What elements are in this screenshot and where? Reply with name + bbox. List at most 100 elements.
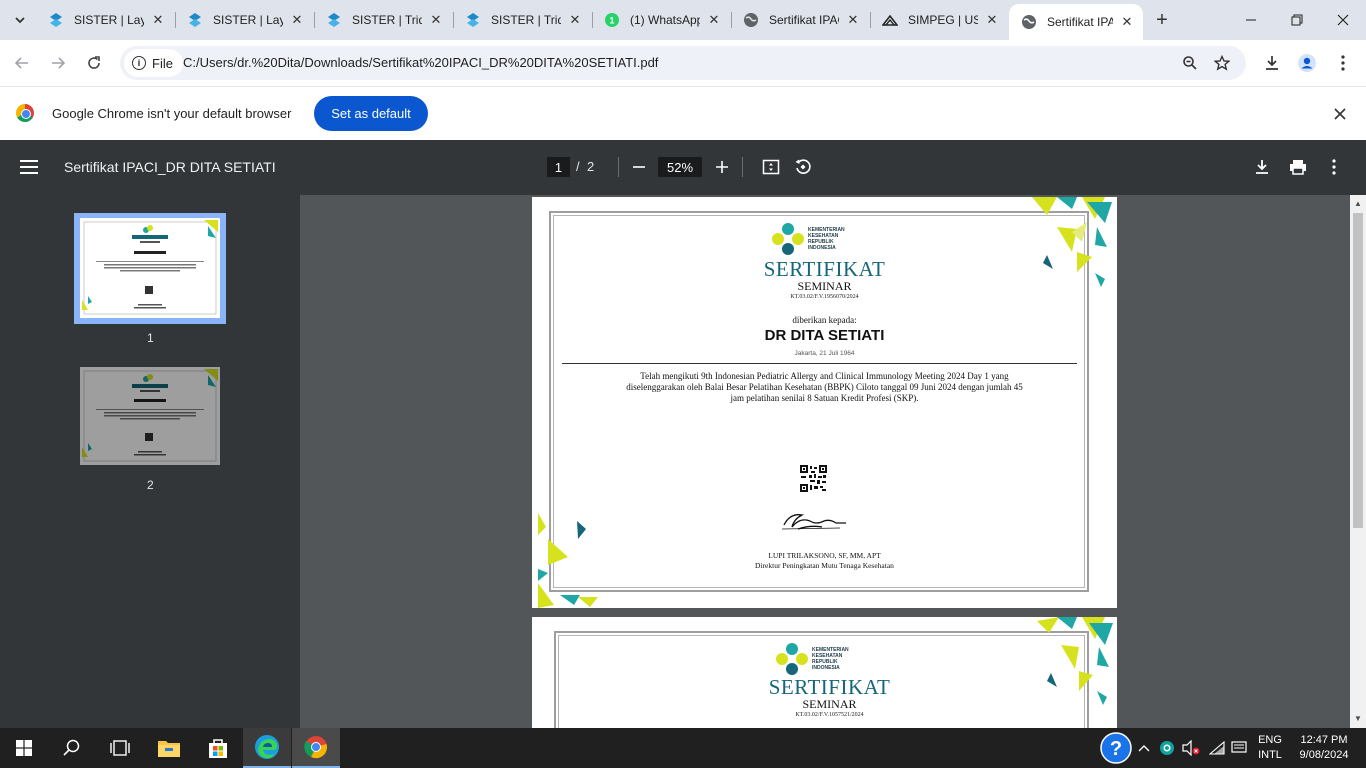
tab-sertifikat-ipaci-active[interactable]: Sertifikat IPACI ✕ bbox=[1009, 4, 1143, 40]
zoom-button[interactable] bbox=[1178, 51, 1202, 75]
scrollbar-thumb[interactable] bbox=[1353, 213, 1363, 528]
folder-icon bbox=[158, 741, 180, 757]
store-bag-icon bbox=[209, 739, 227, 758]
restore-icon bbox=[1291, 14, 1303, 26]
close-icon[interactable]: ✕ bbox=[706, 12, 722, 28]
taskbar-file-explorer[interactable] bbox=[145, 728, 193, 768]
downloads-button[interactable] bbox=[1258, 49, 1286, 77]
divider-line bbox=[562, 363, 1077, 364]
chrome-menu-button[interactable] bbox=[1329, 49, 1357, 77]
close-icon[interactable]: ✕ bbox=[428, 12, 444, 28]
signatory-name: LUPI TRILAKSONO, SF, MM, APT bbox=[768, 551, 881, 560]
pdf-download-button[interactable] bbox=[1250, 155, 1274, 179]
pdf-document-title: Sertifikat IPACI_DR DITA SETIATI bbox=[64, 159, 276, 175]
network-tray-icon[interactable] bbox=[1207, 728, 1227, 768]
viewer-scrollbar[interactable]: ▲ ▼ bbox=[1350, 195, 1366, 728]
tab-simpeg[interactable]: SIMPEG | USK ✕ bbox=[870, 6, 1008, 34]
security-tray-icon[interactable] bbox=[1158, 728, 1176, 768]
minimize-button[interactable] bbox=[1228, 0, 1274, 40]
page-thumbnail-2[interactable] bbox=[80, 367, 220, 465]
page-thumbnail-1[interactable] bbox=[80, 218, 220, 318]
thumbnail-label: 1 bbox=[147, 331, 154, 345]
tab-title: Sertifikat IPACI bbox=[769, 13, 839, 27]
zoom-level-input[interactable]: 52% bbox=[658, 157, 702, 177]
close-icon[interactable]: ✕ bbox=[845, 12, 861, 28]
keyboard-tray-icon[interactable] bbox=[1229, 728, 1249, 768]
minus-icon bbox=[633, 166, 645, 168]
infobar-close-button[interactable] bbox=[1328, 102, 1352, 126]
pdf-viewer[interactable]: KEMENTERIAN KESEHATAN REPUBLIK INDONESIA… bbox=[300, 195, 1350, 728]
ministry-flower-icon bbox=[776, 643, 808, 675]
body-line: jam pelatihan senilai 8 Satuan Kredit Pr… bbox=[730, 393, 919, 403]
language-indicator[interactable]: ENG INTL bbox=[1253, 733, 1287, 763]
ministry-flower-icon bbox=[772, 223, 804, 255]
task-view-button[interactable] bbox=[96, 728, 144, 768]
zoom-out-button[interactable] bbox=[627, 155, 651, 179]
info-icon: i bbox=[132, 56, 146, 70]
chrome-browser-icon bbox=[304, 736, 327, 759]
taskbar-search-button[interactable] bbox=[48, 728, 96, 768]
thumbnail-sidebar: 1 2 bbox=[0, 195, 300, 728]
scroll-down-icon[interactable]: ▼ bbox=[1354, 714, 1362, 723]
kebab-menu-icon bbox=[1341, 55, 1345, 71]
taskbar-edge[interactable] bbox=[243, 728, 291, 768]
close-icon[interactable]: ✕ bbox=[150, 12, 166, 28]
clock-time: 12:47 PM bbox=[1300, 734, 1348, 746]
close-icon[interactable]: ✕ bbox=[289, 12, 305, 28]
start-button[interactable] bbox=[0, 728, 48, 768]
restore-button[interactable] bbox=[1274, 0, 1320, 40]
rotate-icon bbox=[795, 159, 811, 174]
show-hidden-icons-button[interactable] bbox=[1135, 728, 1153, 768]
magnifier-icon bbox=[1183, 56, 1197, 70]
close-icon[interactable]: ✕ bbox=[1119, 14, 1135, 30]
thumbnail-label: 2 bbox=[147, 478, 154, 492]
pdf-more-button[interactable] bbox=[1322, 155, 1346, 179]
profile-button[interactable] bbox=[1293, 49, 1321, 77]
certificate-number: KT.03.02/F.V.1057521/2024 bbox=[795, 712, 864, 718]
svg-text:?: ? bbox=[1110, 738, 1122, 760]
taskbar-chrome[interactable] bbox=[292, 728, 340, 768]
scroll-up-icon[interactable]: ▲ bbox=[1354, 199, 1362, 208]
help-icon: ? bbox=[1100, 732, 1132, 764]
download-icon bbox=[1256, 160, 1268, 174]
volume-tray-icon[interactable] bbox=[1181, 728, 1201, 768]
zoom-in-button[interactable] bbox=[710, 155, 734, 179]
close-icon[interactable]: ✕ bbox=[984, 12, 1000, 28]
signatory-role: Direktur Peningkatan Mutu Tenaga Kesehat… bbox=[755, 561, 894, 570]
tab-sister-layanan-2[interactable]: SISTER | Layanan ✕ bbox=[175, 6, 313, 34]
set-as-default-button[interactable]: Set as default bbox=[314, 96, 428, 131]
help-tray-icon[interactable]: ? bbox=[1099, 728, 1133, 768]
close-window-button[interactable] bbox=[1320, 0, 1366, 40]
address-bar[interactable]: i File C:/Users/dr.%20Dita/Downloads/Ser… bbox=[120, 46, 1246, 80]
page-number-input[interactable]: 1 bbox=[547, 157, 570, 177]
taskbar-store[interactable] bbox=[194, 728, 242, 768]
certificate-number: KT.03.02/F.V.1956070/2024 bbox=[790, 294, 859, 300]
tab-sertifikat-ipaci-1[interactable]: Sertifikat IPACI ✕ bbox=[731, 6, 869, 34]
forward-button[interactable] bbox=[44, 49, 72, 77]
tab-sister-tridharma-2[interactable]: SISTER | Tridharma ✕ bbox=[453, 6, 591, 34]
fit-page-button[interactable] bbox=[759, 155, 783, 179]
scheme-label: File bbox=[152, 55, 173, 71]
back-button[interactable] bbox=[8, 49, 36, 77]
tab-sister-layanan-1[interactable]: SISTER | Layanan ✕ bbox=[36, 6, 174, 34]
new-tab-button[interactable]: + bbox=[1150, 8, 1174, 32]
arrow-left-icon bbox=[14, 57, 28, 69]
site-info-chip[interactable]: i File bbox=[124, 49, 183, 77]
toolbar-divider bbox=[618, 157, 619, 177]
reload-button[interactable] bbox=[80, 49, 108, 77]
sister-icon bbox=[326, 12, 342, 28]
sister-icon bbox=[465, 12, 481, 28]
tab-sister-tridharma-1[interactable]: SISTER | Tridharma ✕ bbox=[314, 6, 452, 34]
close-icon[interactable]: ✕ bbox=[567, 12, 583, 28]
tab-search-button[interactable] bbox=[8, 8, 32, 32]
tab-whatsapp[interactable]: 1 (1) WhatsApp ✕ bbox=[592, 6, 730, 34]
simpeg-icon bbox=[882, 12, 898, 28]
url-text[interactable]: C:/Users/dr.%20Dita/Downloads/Sertifikat… bbox=[183, 55, 658, 70]
sister-icon bbox=[187, 12, 203, 28]
pdf-menu-button[interactable] bbox=[20, 155, 44, 179]
bookmark-button[interactable] bbox=[1210, 51, 1234, 75]
recipient-birth-info: Jakarta, 21 Juli 1964 bbox=[794, 350, 855, 357]
clock[interactable]: 12:47 PM 9/08/2024 bbox=[1292, 733, 1356, 763]
rotate-button[interactable] bbox=[791, 155, 815, 179]
print-button[interactable] bbox=[1286, 155, 1310, 179]
